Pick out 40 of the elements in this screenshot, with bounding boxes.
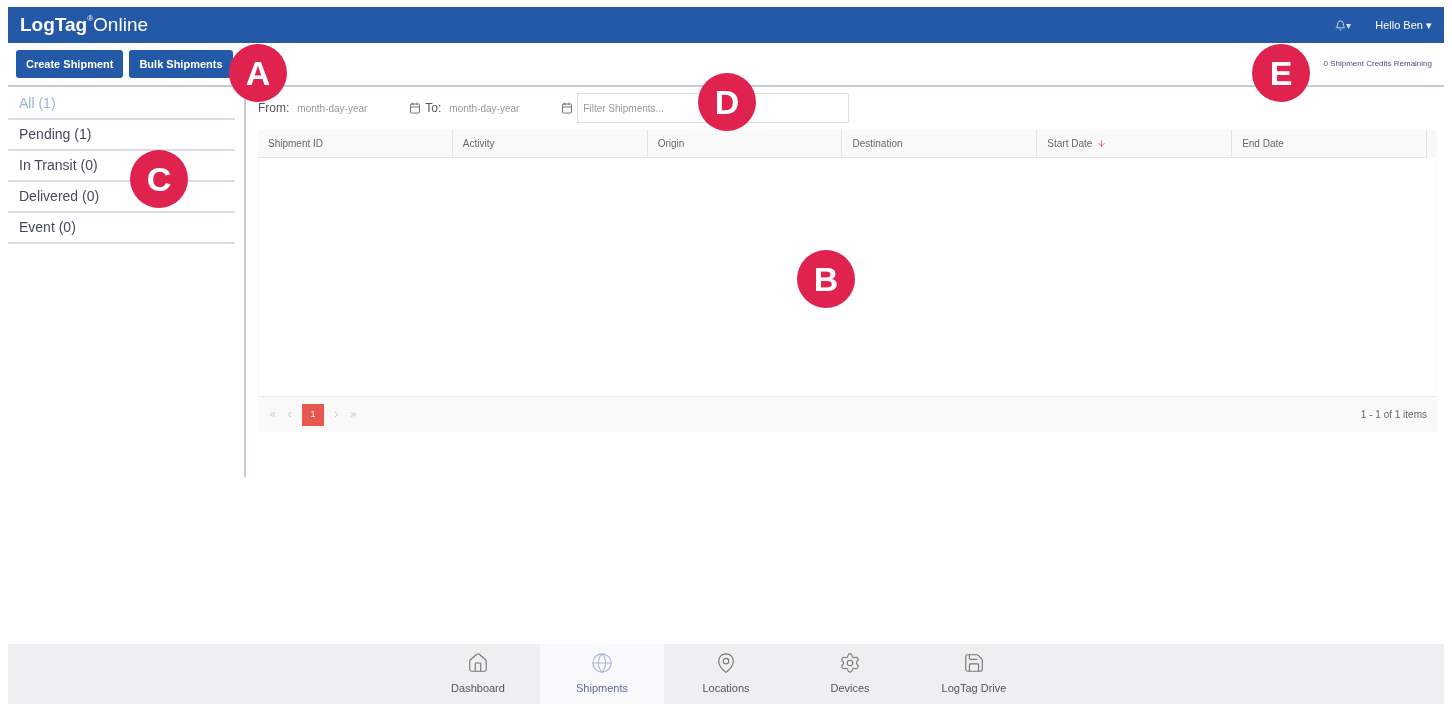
from-label: From: (258, 100, 290, 117)
calendar-icon[interactable] (409, 102, 422, 114)
column-header[interactable]: Start Date (1037, 130, 1233, 157)
column-header[interactable]: End Date (1232, 130, 1427, 157)
column-header[interactable]: Destination (842, 130, 1038, 157)
previous-page-icon[interactable] (285, 410, 294, 419)
bottom-nav-item[interactable]: LogTag Drive (912, 644, 1036, 704)
notifications-button[interactable]: ▾ (1335, 17, 1352, 33)
map-pin-icon (715, 651, 737, 674)
from-date-field[interactable]: month-day-year (293, 95, 406, 121)
toolbar-button[interactable]: Create Shipment (16, 50, 124, 78)
sidebar-item[interactable]: Pending (1) (8, 120, 235, 151)
next-page-icon[interactable] (332, 410, 341, 419)
column-header[interactable]: Activity (452, 130, 648, 157)
gear-icon (839, 651, 861, 674)
bottom-nav-item[interactable]: Shipments (540, 644, 664, 704)
app-logo: LogTag®Online (20, 12, 148, 37)
column-header[interactable]: Shipment ID (258, 130, 453, 157)
bottom-nav-item[interactable]: Devices (788, 644, 912, 704)
first-page-icon[interactable] (268, 410, 277, 419)
callout-marker: D (698, 73, 756, 131)
pager-summary: 1 - 1 of 1 items (1360, 408, 1427, 422)
sidebar-item[interactable]: Event (0) (8, 213, 235, 244)
globe-icon (591, 651, 613, 674)
last-page-icon[interactable] (349, 410, 358, 419)
callout-marker: A (229, 44, 287, 102)
toolbar-button[interactable]: Bulk Shipments (129, 50, 233, 78)
sort-arrow-icon (1097, 139, 1107, 148)
bottom-nav-item[interactable]: Locations (664, 644, 788, 704)
credits-text: 0 Shipment Credits Remaining (1323, 58, 1433, 70)
callout-marker: E (1252, 44, 1310, 102)
calendar-icon[interactable] (561, 102, 574, 114)
bottom-nav-item[interactable]: Dashboard (416, 644, 540, 704)
user-menu[interactable]: Hello Ben ▾ (1375, 16, 1432, 34)
callout-marker: C (130, 150, 188, 208)
to-date-field[interactable]: month-day-year (445, 95, 558, 121)
bell-icon (1335, 19, 1347, 31)
house-icon (467, 651, 489, 674)
to-label: To: (425, 100, 442, 117)
page-button[interactable]: 1 (302, 403, 324, 426)
